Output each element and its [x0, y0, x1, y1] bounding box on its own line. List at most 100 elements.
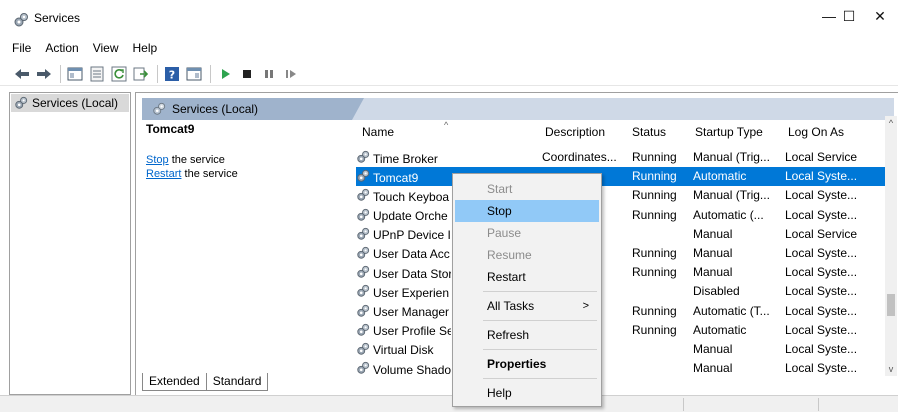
service-log-on-as-cell: Local Syste... — [785, 207, 858, 222]
table-row[interactable]: User Data Storo...RunningManualLocal Sys… — [356, 263, 896, 282]
service-gear-icon — [356, 246, 370, 263]
service-startup-type-cell: Manual (Trig... — [693, 150, 770, 164]
detail-restart-action: Restart the service — [146, 168, 346, 180]
context-menu-item-label: Help — [487, 386, 512, 400]
context-menu-help[interactable]: Help — [455, 382, 599, 404]
table-row[interactable]: Update OrcheV...RunningAutomatic (...Loc… — [356, 206, 896, 225]
service-log-on-as-cell: Local Syste... — [785, 245, 858, 260]
properties-sheet-icon[interactable] — [87, 64, 107, 84]
back-arrow-icon[interactable] — [12, 64, 32, 84]
context-menu-item-label: Properties — [487, 357, 547, 371]
service-status-cell: Running — [632, 169, 677, 184]
service-gear-icon — [356, 169, 370, 186]
tab-extended[interactable]: Extended — [142, 373, 207, 391]
service-name-label: Touch Keyboa — [373, 189, 450, 204]
service-startup-type-cell: Automatic — [693, 169, 747, 184]
status-divider — [683, 398, 684, 411]
pane-header-tab: Services (Local) — [142, 98, 352, 120]
service-name-cell: User Manager — [356, 304, 451, 321]
service-status-cell: Running — [632, 245, 677, 260]
menu-action[interactable]: Action — [38, 38, 85, 60]
table-row[interactable]: Virtual Diskn...ManualLocal Syste... — [356, 340, 896, 359]
service-startup-type-cell: Manual — [693, 245, 733, 260]
service-startup-type-cell: Automatic (T... — [693, 303, 770, 318]
service-name-label: User Data Acc — [373, 247, 450, 262]
pause-service-icon[interactable] — [259, 64, 279, 84]
service-status-cell: Running — [632, 188, 677, 203]
detail-stop-action: Stop the service — [146, 154, 346, 166]
service-name-cell: Volume Shado — [356, 361, 451, 378]
column-header-log-on-as[interactable]: Log On As — [788, 125, 844, 139]
start-service-play-icon[interactable] — [215, 64, 235, 84]
table-row[interactable]: User Managerg...RunningAutomatic (T...Lo… — [356, 302, 896, 321]
column-header-name[interactable]: Name — [362, 125, 394, 139]
service-name-cell: Time Broker — [356, 150, 451, 167]
scroll-up-icon[interactable]: ^ — [885, 118, 897, 128]
scroll-down-icon[interactable]: v — [885, 364, 897, 374]
restart-service-icon[interactable] — [281, 64, 301, 84]
column-header-startup-type[interactable]: Startup Type — [695, 125, 763, 139]
restart-service-link[interactable]: Restart — [146, 168, 181, 180]
table-row[interactable]: Time Broker Coordinates... Running Manual (… — [356, 148, 896, 167]
context-menu-refresh[interactable]: Refresh — [455, 324, 599, 346]
menu-file[interactable]: File — [0, 38, 38, 60]
context-menu-restart[interactable]: Restart — [455, 266, 599, 288]
show-hide-console-tree-icon[interactable] — [65, 64, 85, 84]
context-menu-all-tasks[interactable]: All Tasks > — [455, 295, 599, 317]
service-startup-type-cell: Manual — [693, 341, 733, 356]
service-log-on-as-cell: Local Syste... — [785, 341, 858, 356]
pane-header-slant — [352, 98, 364, 120]
forward-arrow-icon[interactable] — [34, 64, 54, 84]
tab-standard[interactable]: Standard — [205, 373, 269, 391]
service-status-cell: Running — [632, 150, 677, 164]
stop-service-icon[interactable] — [237, 64, 257, 84]
service-log-on-as-cell: Local Service — [785, 226, 858, 241]
stop-service-link[interactable]: Stop — [146, 154, 169, 166]
context-menu-stop[interactable]: Stop — [455, 200, 599, 222]
column-header-description[interactable]: Description — [545, 125, 605, 139]
close-button[interactable]: ✕ — [862, 0, 898, 32]
detail-spacer — [146, 136, 346, 152]
column-header-status[interactable]: Status — [632, 125, 666, 139]
status-divider — [818, 398, 819, 411]
service-log-on-as-cell: Local Syste... — [785, 169, 858, 184]
context-menu-properties[interactable]: Properties — [455, 353, 599, 375]
vertical-scrollbar[interactable]: ^ v — [885, 116, 897, 376]
services-gear-icon — [14, 13, 28, 27]
table-row[interactable]: User Experienu...DisabledLocal Syste... — [356, 282, 896, 301]
show-hide-action-pane-icon[interactable] — [184, 64, 204, 84]
table-row[interactable]: Tomcat9 Running Automatic Local Syste... — [356, 167, 896, 187]
export-list-icon[interactable] — [131, 64, 151, 84]
service-name-cell: User Experien — [356, 284, 451, 301]
service-log-on-as-cell: Local Syste... — [785, 284, 858, 299]
context-menu-separator — [483, 378, 597, 379]
context-menu-separator — [483, 349, 597, 350]
refresh-icon[interactable] — [109, 64, 129, 84]
table-header: Name ^ Description Status Startup Type L… — [356, 118, 896, 148]
service-status-cell: Running — [632, 265, 677, 280]
table-row[interactable]: User Profile See ...RunningAutomaticLoca… — [356, 321, 896, 340]
console-tree: Services (Local) — [9, 92, 131, 395]
service-name-label: User Manager — [373, 305, 450, 319]
context-menu-separator — [483, 320, 597, 321]
help-icon[interactable]: ? — [162, 64, 182, 84]
context-menu: Start Stop Pause Resume Restart All Tasks > Ref… — [452, 173, 602, 407]
tree-item-services-local[interactable]: Services (Local) — [11, 94, 129, 112]
service-log-on-as-cell: Local Syste... — [785, 188, 858, 203]
service-name-cell: Virtual Disk — [356, 342, 451, 359]
scrollbar-thumb[interactable] — [887, 294, 895, 316]
table-row[interactable]: User Data Accp...RunningManualLocal Syst… — [356, 244, 896, 263]
service-startup-type-cell: Automatic (... — [693, 207, 764, 222]
context-menu-item-label: Refresh — [487, 328, 530, 342]
table-row[interactable]: Volume Shadon...ManualLocal Syste... — [356, 359, 896, 378]
menu-view[interactable]: View — [86, 38, 126, 60]
service-startup-type-cell: Manual — [693, 265, 733, 280]
table-row[interactable]: UPnP Device Ih...ManualLocal Service — [356, 225, 896, 244]
service-gear-icon — [356, 188, 370, 205]
menu-help[interactable]: Help — [126, 38, 165, 60]
tree-item-label: Services (Local) — [32, 96, 119, 110]
service-log-on-as-cell: Local Syste... — [785, 303, 858, 318]
table-row[interactable]: Touch Keyboau...RunningManual (Trig...Lo… — [356, 186, 896, 205]
services-table: Name ^ Description Status Startup Type L… — [356, 118, 896, 378]
status-bar — [0, 395, 898, 412]
